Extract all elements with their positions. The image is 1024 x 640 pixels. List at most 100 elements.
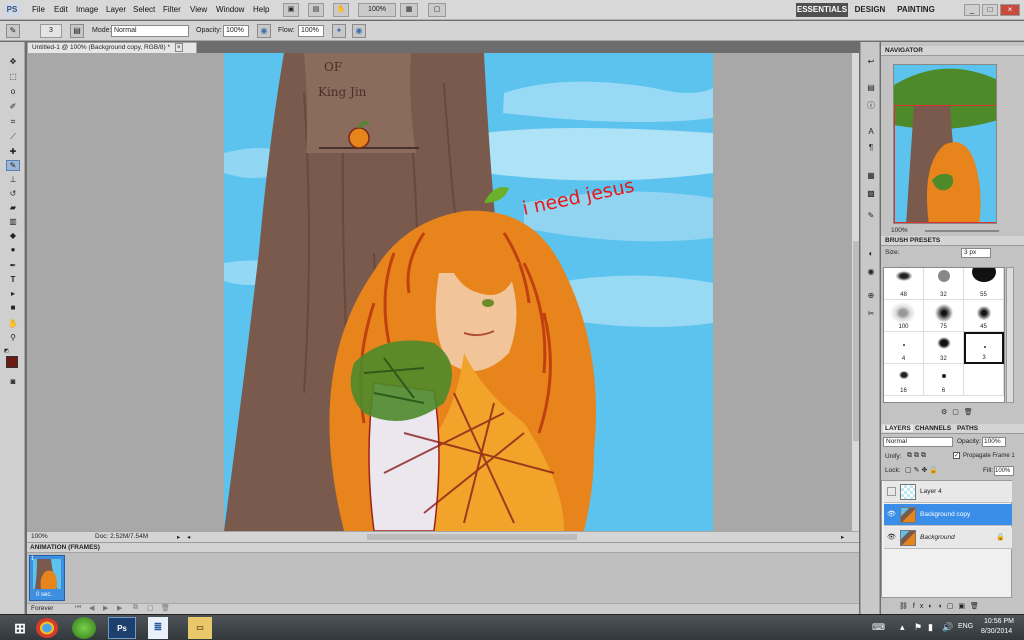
green-app-icon[interactable]: [72, 617, 96, 639]
adjustments-panel-icon[interactable]: ◐: [865, 248, 877, 260]
eraser-tool-icon[interactable]: ▰: [6, 202, 20, 213]
navigator-tab[interactable]: NAVIGATOR: [881, 46, 1024, 56]
brush-tool-preset-icon[interactable]: ✎: [6, 24, 20, 38]
brush-preset[interactable]: 75: [924, 300, 964, 332]
workspace-painting[interactable]: PAINTING: [894, 3, 938, 17]
document-tab[interactable]: Untitled-1 @ 100% (Background copy, RGB/…: [27, 42, 197, 53]
character-panel-icon[interactable]: A: [865, 126, 877, 138]
opacity-field[interactable]: 100%: [223, 25, 249, 37]
close-document-icon[interactable]: ×: [174, 43, 183, 52]
duplicate-frame-icon[interactable]: ▢: [147, 604, 154, 612]
brush-preset[interactable]: 100: [884, 300, 924, 332]
network-icon[interactable]: ▮: [928, 622, 933, 633]
horizontal-scroll-thumb[interactable]: [367, 534, 577, 540]
mode-select[interactable]: Normal: [111, 25, 189, 37]
quick-mask-icon[interactable]: ◙: [6, 376, 20, 387]
lock-icons[interactable]: ▢✎✥🔒: [905, 466, 940, 474]
path-selection-tool-icon[interactable]: ▸: [6, 288, 20, 299]
shape-tool-icon[interactable]: ■: [6, 302, 20, 313]
crop-tool-icon[interactable]: ⌗: [6, 116, 20, 127]
brush-panel-icon[interactable]: ▤: [70, 24, 84, 38]
tab-layers[interactable]: LAYERS: [883, 425, 913, 432]
layer-opacity-field[interactable]: 100%: [982, 437, 1006, 447]
history-brush-tool-icon[interactable]: ↺: [6, 188, 20, 199]
gradient-tool-icon[interactable]: ▥: [6, 216, 20, 227]
brush-preset[interactable]: 45: [964, 300, 1004, 332]
brush-preset[interactable]: 4: [884, 332, 924, 364]
airbrush-icon[interactable]: ✦: [332, 24, 346, 38]
word-doc-icon[interactable]: ≣: [148, 617, 168, 639]
navigator-zoom-slider[interactable]: [925, 230, 999, 232]
zoom-readout[interactable]: 100%: [31, 533, 48, 540]
menu-help[interactable]: Help: [253, 5, 269, 14]
vertical-scroll-thumb[interactable]: [853, 241, 859, 441]
layer-name[interactable]: Layer 4: [920, 488, 942, 495]
brush-preset-selected[interactable]: 3: [964, 332, 1004, 364]
layer-row-layer-4[interactable]: Layer 4: [884, 481, 1012, 503]
tool-presets-panel-icon[interactable]: ✂: [865, 308, 877, 320]
type-tool-icon[interactable]: T: [6, 274, 20, 285]
hand-tool-icon[interactable]: ✋: [333, 3, 349, 17]
canvas-artwork[interactable]: OF King Jin i need jesus: [224, 53, 713, 531]
chrome-icon[interactable]: [36, 618, 58, 638]
default-colors-icon[interactable]: ◩: [4, 348, 10, 354]
navigator-preview[interactable]: [893, 64, 997, 224]
vertical-scrollbar[interactable]: [851, 53, 859, 531]
tween-icon[interactable]: ⧉: [133, 604, 138, 612]
brush-preset[interactable]: 48: [884, 268, 924, 300]
screen-mode-icon[interactable]: ▢: [428, 3, 446, 17]
menu-image[interactable]: Image: [76, 5, 98, 14]
eye-icon[interactable]: 👁: [887, 510, 896, 519]
info-panel-icon[interactable]: ⓘ: [865, 100, 877, 112]
layer-name[interactable]: Background: [920, 534, 955, 541]
menu-select[interactable]: Select: [133, 5, 155, 14]
workspace-design[interactable]: DESIGN: [852, 3, 888, 17]
layer-name[interactable]: Background copy: [920, 511, 970, 518]
blur-tool-icon[interactable]: ◆: [6, 230, 20, 241]
tab-paths[interactable]: PATHS: [957, 425, 978, 432]
tab-channels[interactable]: CHANNELS: [915, 425, 951, 432]
brush-preset[interactable]: 55: [964, 268, 1004, 300]
history-panel-icon[interactable]: ↩: [865, 56, 877, 68]
styles-panel-icon[interactable]: ▩: [865, 188, 877, 200]
clone-stamp-tool-icon[interactable]: ⊥: [6, 174, 20, 185]
pen-tool-icon[interactable]: ✒: [6, 260, 20, 271]
layer-row-background[interactable]: 👁 Background 🔒: [884, 527, 1012, 549]
zoom-level-select[interactable]: 100%: [358, 3, 396, 17]
status-menu-arrow-icon[interactable]: ▸: [177, 533, 180, 541]
clock-date[interactable]: 8/30/2014: [981, 628, 1012, 635]
fill-field[interactable]: 100%: [994, 466, 1014, 476]
doc-size-info[interactable]: Doc: 2.52M/7.54M: [95, 533, 148, 540]
next-frame-icon[interactable]: ▶: [117, 604, 122, 612]
volume-icon[interactable]: 🔊: [942, 622, 953, 633]
blend-mode-select[interactable]: Normal: [883, 437, 953, 447]
marquee-tool-icon[interactable]: ⬚: [6, 71, 20, 82]
tablet-size-pressure-icon[interactable]: ◉: [352, 24, 366, 38]
tablet-opacity-pressure-icon[interactable]: ◉: [257, 24, 271, 38]
arrange-documents-icon[interactable]: ▦: [400, 3, 418, 17]
foreground-color-swatch[interactable]: [6, 356, 18, 368]
previous-frame-icon[interactable]: ◀: [89, 604, 94, 612]
histogram-panel-icon[interactable]: ▤: [865, 82, 877, 94]
brush-size-picker[interactable]: 3: [40, 24, 62, 38]
mini-bridge-icon[interactable]: ▤: [308, 3, 324, 17]
first-frame-icon[interactable]: ⏮: [75, 604, 81, 612]
delete-frame-icon[interactable]: 🗑: [161, 604, 170, 612]
frame-delay[interactable]: 0 sec.: [36, 592, 52, 598]
brush-preset[interactable]: 16: [884, 364, 924, 396]
quick-select-tool-icon[interactable]: ✐: [6, 101, 20, 112]
spot-healing-tool-icon[interactable]: ✚: [6, 146, 20, 157]
clock-time[interactable]: 10:56 PM: [984, 618, 1014, 625]
flow-field[interactable]: 100%: [298, 25, 324, 37]
brush-grid-scrollbar[interactable]: [1006, 267, 1014, 403]
brush-panel-footer-icons[interactable]: ⚙▢🗑: [941, 408, 978, 416]
play-icon[interactable]: ▶: [103, 604, 108, 612]
propagate-checkbox[interactable]: ✓: [953, 452, 960, 459]
menu-layer[interactable]: Layer: [106, 5, 126, 14]
file-explorer-icon[interactable]: ▭: [188, 617, 212, 639]
scroll-right-icon[interactable]: ▸: [841, 533, 844, 541]
brush-preset[interactable]: 6: [924, 364, 964, 396]
brush-preset[interactable]: 32: [924, 268, 964, 300]
layers-footer-icons[interactable]: ⛓fx◐◑▢▣🗑: [899, 602, 984, 610]
brush-panel-icon[interactable]: ✎: [865, 210, 877, 222]
